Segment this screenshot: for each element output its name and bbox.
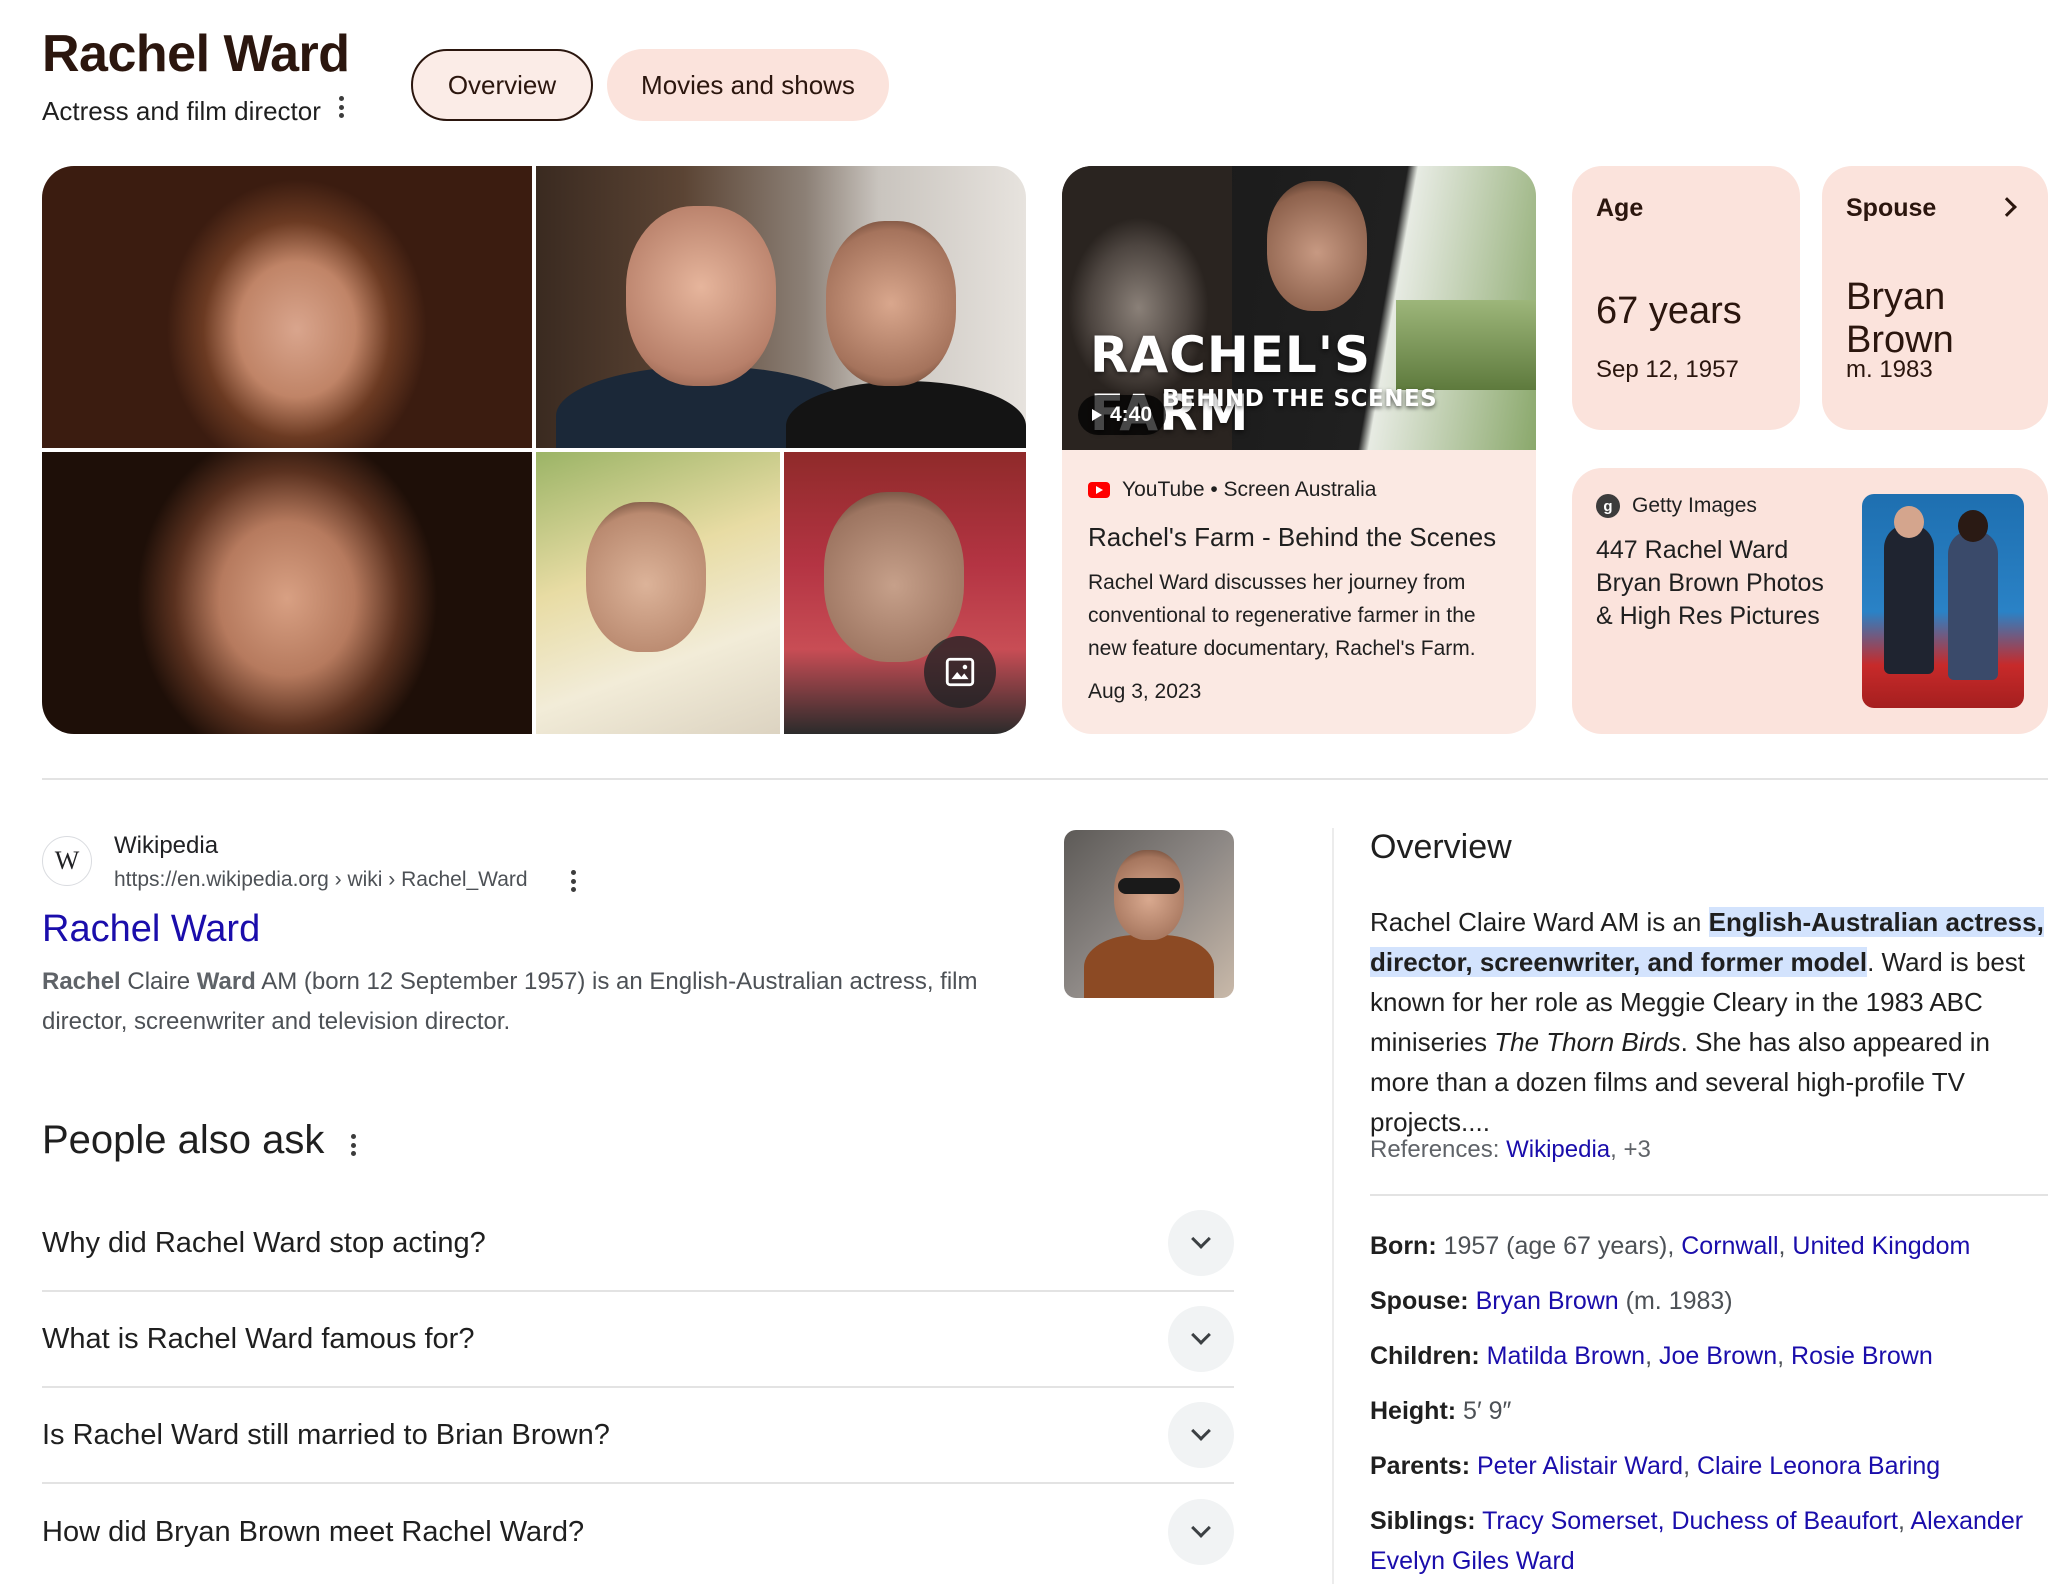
video-duration-badge: 4:40 (1078, 395, 1167, 435)
parent-link[interactable]: Peter Alistair Ward (1477, 1452, 1683, 1480)
chevron-down-icon (1191, 1421, 1211, 1441)
image-gallery-icon (945, 657, 975, 687)
photo-portrait-smiling[interactable] (42, 166, 532, 448)
age-value: 67 years (1596, 290, 1742, 332)
expand-button[interactable] (1168, 1210, 1234, 1276)
paa-question[interactable]: How did Bryan Brown meet Rachel Ward? (42, 1484, 1234, 1580)
fact-spouse: Spouse: Bryan Brown (m. 1983) (1370, 1287, 1733, 1315)
paa-question-text: Why did Rachel Ward stop acting? (42, 1226, 486, 1259)
chevron-down-icon (1191, 1518, 1211, 1538)
more-vert-icon (350, 1134, 356, 1156)
child-link[interactable]: Rosie Brown (1791, 1342, 1933, 1370)
getty-source-label: Getty Images (1632, 494, 1757, 517)
getty-title[interactable]: 447 Rachel Ward Bryan Brown Photos & Hig… (1596, 534, 1846, 633)
fact-height: Height: 5′ 9″ (1370, 1397, 1512, 1425)
column-divider (1332, 828, 1334, 1584)
child-link[interactable]: Matilda Brown (1487, 1342, 1645, 1370)
video-date: Aug 3, 2023 (1088, 680, 1202, 703)
result-url[interactable]: https://en.wikipedia.org › wiki › Rachel… (114, 868, 528, 892)
born-place-link[interactable]: Cornwall (1681, 1232, 1778, 1260)
overview-references: References: Wikipedia, +3 (1370, 1136, 1651, 1163)
more-vert-icon (338, 96, 344, 118)
fact-children: Children: Matilda Brown, Joe Brown, Rosi… (1370, 1342, 1933, 1370)
age-label: Age (1596, 194, 1644, 222)
more-vert-icon (570, 870, 576, 892)
paa-question-text: What is Rachel Ward famous for? (42, 1322, 475, 1355)
born-country-link[interactable]: United Kingdom (1792, 1232, 1970, 1260)
spouse-link[interactable]: Bryan Brown (1476, 1287, 1619, 1315)
tab-movies-and-shows[interactable]: Movies and shows (607, 49, 889, 121)
facts-list: Born: 1957 (age 67 years), Cornwall, Uni… (1370, 1226, 2050, 1584)
paa-question[interactable]: Is Rachel Ward still married to Brian Br… (42, 1388, 1234, 1484)
getty-logo-icon: g (1596, 494, 1620, 518)
parent-link[interactable]: Claire Leonora Baring (1697, 1452, 1940, 1480)
spouse-value: Bryan Brown (1846, 276, 1954, 361)
tab-overview[interactable]: Overview (411, 49, 593, 121)
result-title-link[interactable]: Rachel Ward (42, 908, 260, 951)
fact-born: Born: 1957 (age 67 years), Cornwall, Uni… (1370, 1232, 1971, 1260)
more-options-button[interactable] (338, 96, 354, 126)
sibling-link[interactable]: Tracy Somerset, Duchess of Beaufort (1482, 1507, 1898, 1535)
age-birthdate: Sep 12, 1957 (1596, 356, 1739, 383)
photo-portrait-young[interactable] (536, 452, 780, 734)
video-description: Rachel Ward discusses her journey from c… (1088, 571, 1476, 660)
result-site-name[interactable]: Wikipedia (114, 832, 218, 860)
expand-button[interactable] (1168, 1306, 1234, 1372)
getty-source: g Getty Images (1596, 494, 1757, 518)
paa-question-text: How did Bryan Brown meet Rachel Ward? (42, 1515, 585, 1548)
result-thumbnail[interactable] (1064, 830, 1234, 998)
paa-question[interactable]: What is Rachel Ward famous for? (42, 1292, 1234, 1388)
image-gallery-button[interactable] (924, 636, 996, 708)
spouse-married-year: m. 1983 (1846, 356, 1933, 383)
reference-link-wikipedia[interactable]: Wikipedia (1506, 1136, 1610, 1163)
overview-divider (1370, 1194, 2048, 1196)
video-thumbnail[interactable]: RACHEL'S FARM BEHIND THE SCENES 4:40 (1062, 166, 1536, 450)
people-also-ask-title: People also ask (42, 1118, 325, 1162)
more-references[interactable]: , +3 (1610, 1136, 1651, 1163)
play-icon (1092, 409, 1102, 421)
chevron-down-icon (1191, 1325, 1211, 1345)
fact-siblings: Siblings: Tracy Somerset, Duchess of Bea… (1370, 1507, 2024, 1575)
overview-description: Rachel Claire Ward AM is an English-Aust… (1370, 907, 2044, 1137)
section-divider (42, 778, 2048, 780)
age-card[interactable]: Age 67 years Sep 12, 1957 (1572, 166, 1800, 430)
expand-button[interactable] (1168, 1402, 1234, 1468)
overview-title: Overview (1370, 828, 1512, 866)
video-source-label: YouTube • Screen Australia (1122, 478, 1377, 501)
paa-question[interactable]: Why did Rachel Ward stop acting? (42, 1196, 1234, 1292)
spouse-card[interactable]: Spouse Bryan Brown m. 1983 (1822, 166, 2048, 430)
video-source: YouTube • Screen Australia (1088, 478, 1376, 502)
photo-with-bryan-brown[interactable] (536, 166, 1026, 448)
entity-subtitle: Actress and film director (42, 96, 321, 126)
getty-images-card[interactable]: g Getty Images 447 Rachel Ward Bryan Bro… (1572, 468, 2048, 734)
image-collage[interactable] (42, 166, 1026, 734)
youtube-icon (1088, 482, 1110, 498)
chevron-right-icon (1997, 197, 2017, 217)
wikipedia-logo-icon: W (42, 836, 92, 886)
child-link[interactable]: Joe Brown (1659, 1342, 1777, 1370)
getty-thumbnail[interactable] (1862, 494, 2024, 708)
chevron-down-icon (1191, 1229, 1211, 1249)
paa-question-text: Is Rachel Ward still married to Brian Br… (42, 1418, 610, 1451)
video-card[interactable]: RACHEL'S FARM BEHIND THE SCENES 4:40 You… (1062, 166, 1536, 734)
video-duration: 4:40 (1110, 403, 1153, 426)
video-thumbnail-subtitle: BEHIND THE SCENES (1162, 386, 1438, 412)
video-title[interactable]: Rachel's Farm - Behind the Scenes (1088, 522, 1496, 553)
spouse-label: Spouse (1846, 194, 1937, 222)
result-more-options-button[interactable] (570, 870, 576, 892)
photo-portrait-closeup[interactable] (42, 452, 532, 734)
entity-title: Rachel Ward (42, 25, 350, 83)
paa-more-options-button[interactable] (350, 1134, 356, 1156)
fact-parents: Parents: Peter Alistair Ward, Claire Leo… (1370, 1452, 1941, 1480)
result-snippet: Rachel Claire Ward AM (born 12 September… (42, 968, 978, 1035)
expand-button[interactable] (1168, 1499, 1234, 1565)
